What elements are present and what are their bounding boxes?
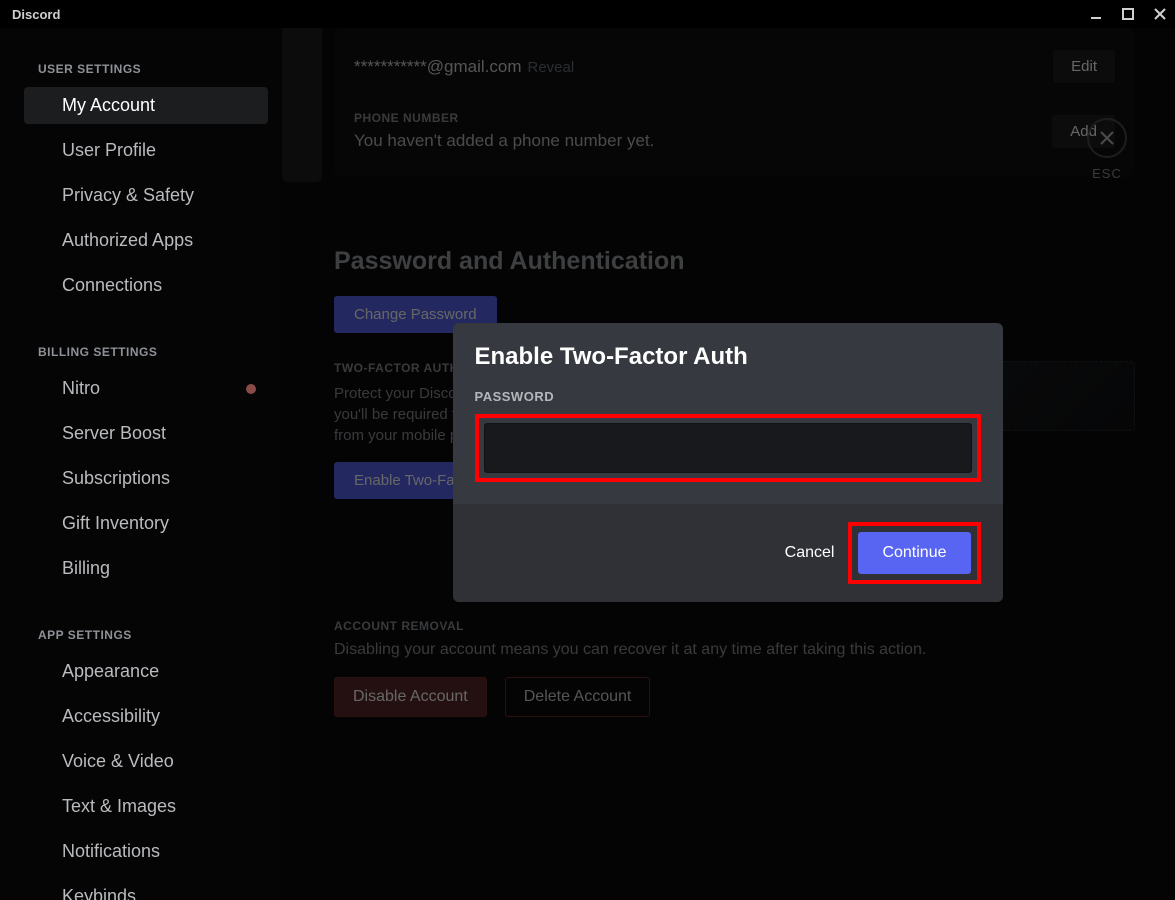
app-name: Discord (12, 7, 60, 22)
sidebar-item-subscriptions[interactable]: Subscriptions (24, 460, 268, 497)
sidebar-item-label: Privacy & Safety (62, 185, 194, 206)
sidebar-header-billing-settings: BILLING SETTINGS (0, 337, 280, 363)
sidebar-item-label: Notifications (62, 841, 160, 862)
sidebar-item-label: Accessibility (62, 706, 160, 727)
sidebar-item-privacy-safety[interactable]: Privacy & Safety (24, 177, 268, 214)
modal-overlay: Enable Two-Factor Auth PASSWORD Cancel C… (280, 28, 1175, 900)
window-titlebar: Discord (0, 0, 1175, 28)
nitro-badge-icon (246, 384, 256, 394)
window-controls (1089, 7, 1167, 21)
cancel-button[interactable]: Cancel (785, 544, 835, 562)
sidebar-item-label: My Account (62, 95, 155, 116)
sidebar-item-accessibility[interactable]: Accessibility (24, 698, 268, 735)
settings-sidebar: USER SETTINGS My Account User Profile Pr… (0, 28, 280, 900)
sidebar-item-server-boost[interactable]: Server Boost (24, 415, 268, 452)
sidebar-item-authorized-apps[interactable]: Authorized Apps (24, 222, 268, 259)
sidebar-item-nitro[interactable]: Nitro (24, 370, 268, 407)
sidebar-item-user-profile[interactable]: User Profile (24, 132, 268, 169)
sidebar-item-my-account[interactable]: My Account (24, 87, 268, 124)
password-input-highlight (475, 414, 981, 482)
password-field-label: PASSWORD (475, 389, 981, 404)
sidebar-item-label: Server Boost (62, 423, 166, 444)
continue-button[interactable]: Continue (858, 532, 970, 574)
sidebar-header-app-settings: APP SETTINGS (0, 620, 280, 646)
continue-button-highlight: Continue (848, 522, 980, 584)
settings-content: ***********@gmail.com Reveal Edit PHONE … (280, 28, 1175, 900)
sidebar-item-label: Appearance (62, 661, 159, 682)
password-input[interactable] (484, 423, 972, 473)
sidebar-item-notifications[interactable]: Notifications (24, 833, 268, 870)
sidebar-item-label: Text & Images (62, 796, 176, 817)
sidebar-item-gift-inventory[interactable]: Gift Inventory (24, 505, 268, 542)
enable-tfa-modal: Enable Two-Factor Auth PASSWORD Cancel C… (453, 323, 1003, 602)
sidebar-item-label: Subscriptions (62, 468, 170, 489)
sidebar-item-label: Connections (62, 275, 162, 296)
modal-title: Enable Two-Factor Auth (475, 343, 981, 371)
maximize-icon[interactable] (1121, 7, 1135, 21)
sidebar-item-label: Keybinds (62, 886, 136, 900)
minimize-icon[interactable] (1089, 7, 1103, 21)
sidebar-item-text-images[interactable]: Text & Images (24, 788, 268, 825)
sidebar-item-label: Authorized Apps (62, 230, 193, 251)
sidebar-item-voice-video[interactable]: Voice & Video (24, 743, 268, 780)
sidebar-header-user-settings: USER SETTINGS (0, 54, 280, 80)
sidebar-item-billing[interactable]: Billing (24, 550, 268, 587)
sidebar-item-label: Billing (62, 558, 110, 579)
sidebar-item-appearance[interactable]: Appearance (24, 653, 268, 690)
sidebar-item-keybinds[interactable]: Keybinds (24, 878, 268, 900)
sidebar-item-label: User Profile (62, 140, 156, 161)
sidebar-item-connections[interactable]: Connections (24, 267, 268, 304)
close-icon[interactable] (1153, 7, 1167, 21)
sidebar-item-label: Voice & Video (62, 751, 174, 772)
sidebar-item-label: Gift Inventory (62, 513, 169, 534)
sidebar-item-label: Nitro (62, 378, 100, 399)
